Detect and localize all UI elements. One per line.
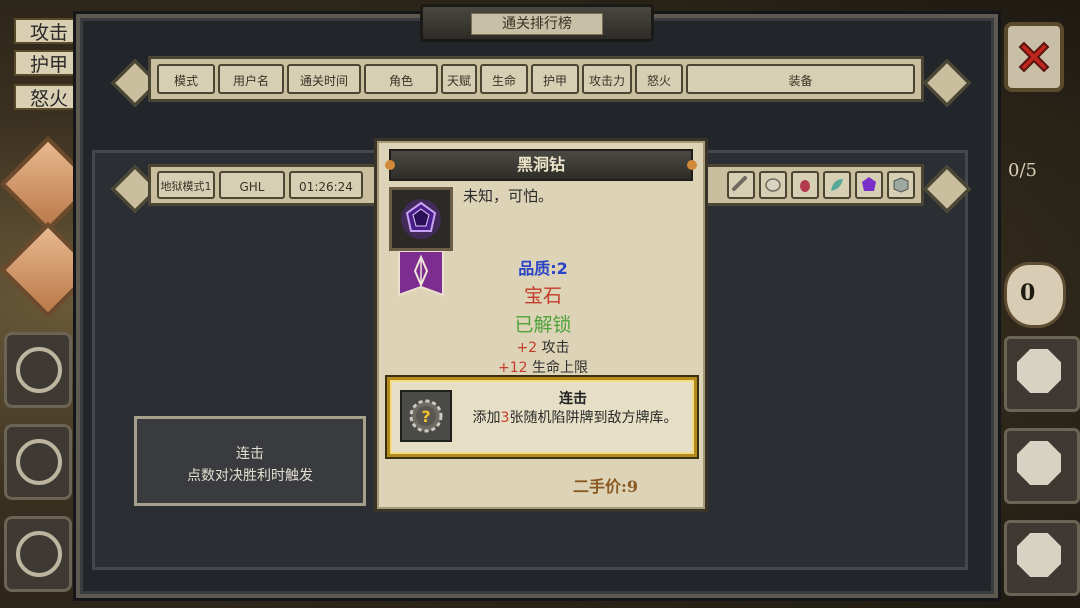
beetle-icon[interactable]	[791, 171, 819, 199]
left-card-slot[interactable]	[4, 516, 72, 592]
col-header-armor[interactable]: 护甲	[531, 64, 579, 94]
egg-icon[interactable]	[759, 171, 787, 199]
svg-text:?: ?	[421, 407, 430, 426]
item-stat-max-life: +12 生命上限	[463, 357, 623, 377]
leaderboard-title-bar: 通关排行榜	[420, 4, 654, 42]
skill-description: 添加3张随机陷阱牌到敌方牌库。	[462, 408, 688, 428]
skill-tooltip-title: 连击	[236, 446, 264, 462]
col-header-role[interactable]: 角色	[364, 64, 438, 94]
purple-gem-icon[interactable]	[855, 171, 883, 199]
close-button[interactable]	[1004, 22, 1064, 92]
stat-attack-label: 攻击	[541, 340, 570, 356]
item-skill-box: ? 连击 添加3张随机陷阱牌到敌方牌库。	[387, 377, 697, 457]
item-stat-attack: +2 攻击	[463, 337, 623, 357]
right-card-slot[interactable]	[1004, 336, 1080, 412]
cell-time: 01:26:24	[289, 171, 363, 199]
item-description: 未知，可怕。	[463, 187, 554, 205]
item-quality: 品质:2	[518, 259, 568, 278]
cube-icon[interactable]	[887, 171, 915, 199]
item-unlock-status: 已解锁	[514, 314, 572, 336]
skill-tooltip: 连击 点数对决胜利时触发	[134, 416, 366, 506]
leaf-icon[interactable]	[823, 171, 851, 199]
page-title: 通关排行榜	[471, 13, 603, 35]
bag-count: 0	[1020, 280, 1036, 306]
item-resale-price: 二手价:9	[573, 477, 639, 496]
cell-mode: 地狱模式1	[157, 171, 215, 199]
item-category: 宝石	[523, 285, 562, 307]
left-card-slot[interactable]	[4, 424, 72, 500]
skill-name: 连击	[559, 391, 587, 407]
col-header-rage[interactable]: 怒火	[635, 64, 683, 94]
bone-icon[interactable]	[727, 171, 755, 199]
right-card-slot[interactable]	[1004, 428, 1080, 504]
item-card: 黑洞钻 未知，可怕。 品质:2 宝石 已解锁 +2 攻击 +12 生命上限 ? …	[374, 138, 708, 512]
combo-skill-icon: ?	[400, 390, 452, 442]
col-header-attack[interactable]: 攻击力	[582, 64, 632, 94]
col-header-time[interactable]: 通关时间	[287, 64, 361, 94]
black-hole-diamond-icon	[401, 199, 441, 239]
skill-desc-pre: 添加	[472, 410, 501, 426]
stat-life-label: 生命上限	[532, 360, 588, 376]
item-title: 黑洞钻	[385, 149, 697, 181]
col-header-user[interactable]: 用户名	[218, 64, 284, 94]
col-header-talent[interactable]: 天赋	[441, 64, 477, 94]
col-header-mode[interactable]: 模式	[157, 64, 215, 94]
item-stats: 品质:2 宝石 已解锁 +2 攻击 +12 生命上限	[463, 255, 623, 377]
leaderboard-header: 模式 用户名 通关时间 角色 天赋 生命 护甲 攻击力 怒火 装备	[148, 56, 924, 102]
right-card-slot[interactable]	[1004, 520, 1080, 596]
stat-life-value: +12	[498, 360, 528, 376]
item-image	[389, 187, 453, 251]
close-icon	[1018, 41, 1050, 73]
left-card-slot[interactable]	[4, 332, 72, 408]
col-header-equipment[interactable]: 装备	[686, 64, 915, 94]
skill-desc-post: 张随机陷阱牌到敌方牌库。	[509, 410, 678, 426]
progress-counter: 0/5	[1008, 160, 1037, 181]
stat-attack-value: +2	[516, 340, 538, 356]
skill-tooltip-desc: 点数对决胜利时触发	[187, 468, 313, 484]
col-header-life[interactable]: 生命	[480, 64, 528, 94]
quality-banner-icon	[398, 251, 444, 297]
cell-user: GHL	[219, 171, 285, 199]
